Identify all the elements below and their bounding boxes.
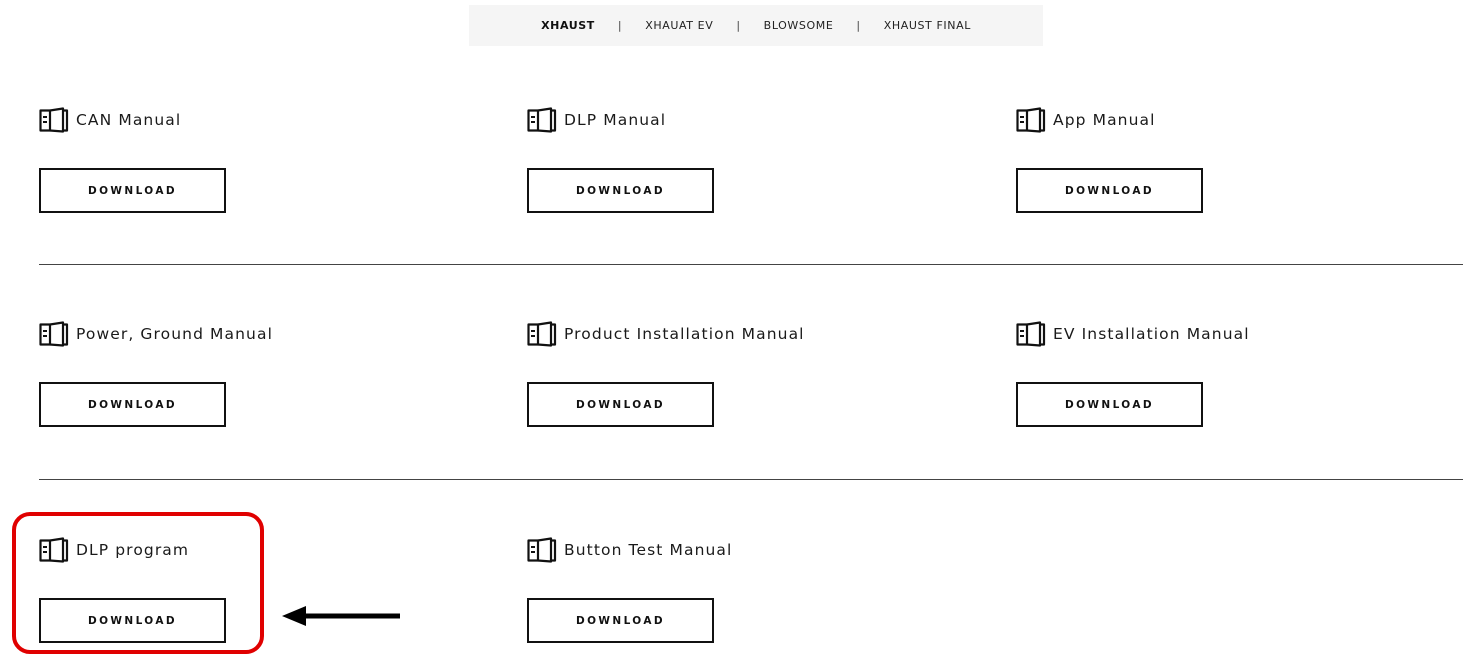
manual-title: Button Test Manual xyxy=(527,536,947,564)
manual-book-icon xyxy=(527,321,557,347)
manual-item-power-ground: Power, Ground Manual DOWNLOAD xyxy=(39,320,459,427)
tab-separator: | xyxy=(736,19,741,32)
manual-title: Product Installation Manual xyxy=(527,320,947,348)
manual-title: EV Installation Manual xyxy=(1016,320,1436,348)
tab-blowsome[interactable]: BLOWSOME xyxy=(764,19,834,32)
tab-xhaust-final[interactable]: XHAUST FINAL xyxy=(884,19,971,32)
manual-item-ev-installation: EV Installation Manual DOWNLOAD xyxy=(1016,320,1436,427)
download-button[interactable]: DOWNLOAD xyxy=(527,598,714,643)
download-button[interactable]: DOWNLOAD xyxy=(1016,168,1203,213)
manual-label: CAN Manual xyxy=(76,111,182,129)
download-button[interactable]: DOWNLOAD xyxy=(527,168,714,213)
manual-book-icon xyxy=(39,321,69,347)
manual-title: Power, Ground Manual xyxy=(39,320,459,348)
download-button[interactable]: DOWNLOAD xyxy=(39,382,226,427)
manual-title: CAN Manual xyxy=(39,106,459,134)
manual-label: Power, Ground Manual xyxy=(76,325,273,343)
tab-xhauat-ev[interactable]: XHAUAT EV xyxy=(645,19,713,32)
highlight-box xyxy=(12,512,264,654)
tab-separator: | xyxy=(617,19,623,32)
manual-category-tabs: XHAUST | XHAUAT EV | BLOWSOME | XHAUST F… xyxy=(469,5,1043,46)
tab-separator: | xyxy=(856,19,861,32)
manual-item-button-test: Button Test Manual DOWNLOAD xyxy=(527,536,947,643)
manual-title: DLP Manual xyxy=(527,106,947,134)
manual-label: Product Installation Manual xyxy=(564,325,805,343)
manual-item-product-installation: Product Installation Manual DOWNLOAD xyxy=(527,320,947,427)
tab-xhaust[interactable]: XHAUST xyxy=(541,19,595,32)
row-divider xyxy=(39,479,1463,480)
manual-book-icon xyxy=(527,107,557,133)
download-button[interactable]: DOWNLOAD xyxy=(1016,382,1203,427)
manual-label: EV Installation Manual xyxy=(1053,325,1250,343)
manual-book-icon xyxy=(1016,107,1046,133)
manual-title: App Manual xyxy=(1016,106,1436,134)
download-button[interactable]: DOWNLOAD xyxy=(527,382,714,427)
manual-label: Button Test Manual xyxy=(564,541,733,559)
manual-book-icon xyxy=(527,537,557,563)
manual-book-icon xyxy=(1016,321,1046,347)
manual-item-can: CAN Manual DOWNLOAD xyxy=(39,106,459,213)
row-divider xyxy=(39,264,1463,265)
download-button[interactable]: DOWNLOAD xyxy=(39,168,226,213)
manual-label: App Manual xyxy=(1053,111,1156,129)
manual-label: DLP Manual xyxy=(564,111,667,129)
manual-book-icon xyxy=(39,107,69,133)
manual-item-dlp: DLP Manual DOWNLOAD xyxy=(527,106,947,213)
arrow-left-icon xyxy=(282,605,402,627)
manual-item-app: App Manual DOWNLOAD xyxy=(1016,106,1436,213)
